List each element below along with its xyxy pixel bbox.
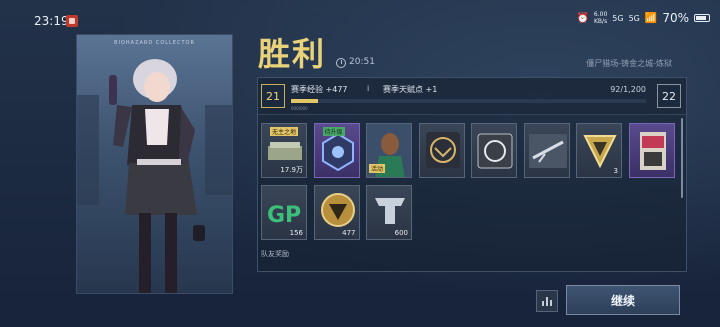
reward-item-upgrade-chip[interactable]: 待升级	[313, 123, 360, 178]
exp-progress-bar	[291, 99, 646, 103]
season-level-row: 21 赛季经验 +477 i 赛季天赋点 +1 92/1,200 000/000…	[258, 78, 686, 115]
bar-chart-icon-bar	[546, 297, 548, 306]
clock-icon	[336, 58, 346, 68]
reward-subtag: 活动	[369, 164, 386, 173]
reward-item-weapon-crate[interactable]	[471, 123, 517, 178]
reward-count: 156	[289, 229, 303, 237]
scrollbar[interactable]	[681, 118, 683, 198]
wifi-icon: 📶	[644, 12, 658, 24]
reward-item-agent-portrait[interactable]: 活动	[366, 123, 412, 178]
card-caption: BIOHAZARD COLLECTOR	[114, 40, 195, 46]
match-duration: 20:51	[349, 57, 375, 67]
next-level-badge: 22	[657, 84, 681, 108]
reward-count: 3	[613, 167, 618, 175]
map-name: 僵尸猎场-铸金之城-炼狱	[586, 59, 672, 68]
reward-item-gp-coin[interactable]: GP 156	[261, 185, 307, 240]
reward-item-rank-token[interactable]: 600	[366, 185, 412, 240]
clock-time: 23:19	[34, 14, 69, 28]
season-exp-label: 赛季经验 +477	[291, 85, 348, 94]
battery-level: 70%	[662, 11, 689, 25]
graffiti-sticker-icon	[639, 132, 666, 170]
reward-item-gold-triangle-badge[interactable]: 3	[576, 123, 622, 178]
app-notification-icon	[66, 15, 78, 27]
bar-chart-icon	[542, 301, 544, 306]
reward-count: 17.9万	[280, 166, 303, 174]
reward-count: 600	[394, 229, 408, 237]
svg-text:GP: GP	[267, 203, 301, 228]
season-talent-label: 赛季天赋点 +1	[383, 85, 438, 94]
stats-button[interactable]	[536, 290, 558, 312]
character-illustration	[77, 59, 232, 293]
battery-icon	[694, 14, 710, 22]
signal-5g-2: 5G	[628, 13, 640, 23]
reward-item-season-token[interactable]: 477	[313, 185, 360, 240]
exp-progress-fill	[291, 99, 319, 103]
reward-item-rifle-blueprint[interactable]	[523, 123, 570, 178]
reward-tag: 待升级	[322, 127, 345, 136]
victory-title: 胜利	[258, 35, 327, 73]
continue-button[interactable]: 继续	[566, 285, 680, 315]
reward-item-cash-stack[interactable]: 无主之地 17.9万	[261, 123, 307, 178]
signal-5g-1: 5G	[612, 13, 624, 23]
bar-chart-icon-bar	[550, 300, 552, 306]
weapon-crate-icon	[477, 133, 513, 169]
character-card: BIOHAZARD COLLECTOR	[76, 34, 233, 294]
current-level-badge: 21	[261, 84, 285, 108]
exp-marker-text: 000/000	[291, 106, 308, 111]
alarm-icon: ⏰	[576, 12, 589, 24]
reward-count: 477	[342, 229, 356, 237]
team-reward-label: 队友奖励	[261, 250, 289, 258]
reward-item-graffiti-sticker[interactable]	[628, 123, 675, 178]
reward-item-eagle-emblem[interactable]	[418, 123, 465, 178]
info-icon[interactable]: i	[367, 84, 369, 93]
net-speed: 6.00 KB/s	[593, 11, 608, 25]
system-icons: ⏰ 6.00 KB/s 5G 5G 📶 70%	[576, 11, 710, 25]
rifle-blueprint-icon	[528, 134, 567, 168]
eagle-emblem-icon	[425, 132, 460, 168]
reward-tag: 无主之地	[270, 127, 299, 136]
rewards-panel: 21 赛季经验 +477 i 赛季天赋点 +1 92/1,200 000/000…	[257, 77, 687, 272]
exp-progress-text: 92/1,200	[610, 85, 646, 94]
